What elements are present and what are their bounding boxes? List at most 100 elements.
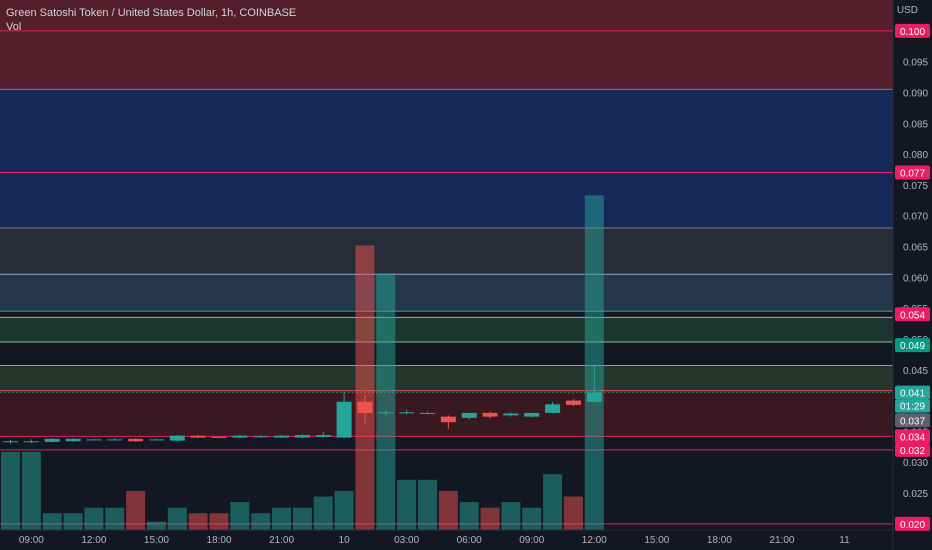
volume-bar	[501, 502, 521, 530]
candle-body	[524, 412, 540, 417]
candle-body	[336, 401, 352, 438]
volume-bar	[251, 513, 271, 530]
volume-bar	[418, 479, 437, 530]
candle-body	[253, 436, 269, 438]
volume-bar	[459, 502, 479, 530]
candle-body	[503, 413, 519, 416]
x-tick-label: 11	[839, 535, 850, 546]
volume-bar	[543, 474, 563, 530]
y-tick-label: 0.075	[903, 181, 928, 192]
volume-bar	[63, 513, 83, 530]
candle-body	[315, 435, 331, 437]
price-tag-label: 0.020	[900, 520, 925, 531]
volume-bar	[563, 496, 583, 530]
y-tick-label: 0.065	[903, 243, 928, 254]
price-tag-label: 0.041	[900, 389, 925, 400]
x-tick-label: 09:00	[519, 535, 544, 546]
candle-body	[565, 400, 581, 405]
candle-body	[399, 412, 415, 414]
x-tick-label: 15:00	[644, 535, 669, 546]
volume-bar	[292, 507, 312, 530]
zone-1	[0, 89, 893, 173]
currency-label[interactable]: USD	[897, 5, 918, 16]
candle-body	[128, 438, 144, 442]
y-tick-label: 0.030	[903, 458, 928, 469]
y-tick-label: 0.090	[903, 88, 928, 99]
price-tag-label: 0.049	[900, 341, 925, 352]
volume-bar	[334, 490, 354, 530]
volume-bar	[230, 502, 250, 530]
volume-bar	[84, 507, 104, 530]
price-tag-label: 0.077	[900, 169, 925, 180]
volume-bar	[188, 513, 208, 530]
zone-6	[0, 365, 893, 391]
candle-body	[461, 412, 477, 418]
volume-bar	[167, 507, 187, 530]
x-tick-label: 06:00	[457, 535, 482, 546]
volume-bar	[480, 507, 500, 530]
volume-bar	[126, 490, 146, 530]
candle-body	[23, 441, 39, 443]
candle-body	[86, 439, 102, 441]
volume-bar	[313, 496, 333, 530]
x-tick-label: 12:00	[582, 535, 607, 546]
candle-body	[545, 404, 561, 413]
y-tick-label: 0.045	[903, 366, 928, 377]
x-tick-label: 10	[339, 535, 351, 546]
volume-legend[interactable]: Vol	[6, 20, 296, 34]
volume-bar	[397, 479, 417, 530]
candle-body	[482, 412, 498, 417]
x-tick-label: 18:00	[707, 535, 732, 546]
volume-bar	[584, 195, 604, 530]
volume-bar	[355, 245, 375, 530]
price-tag-label: 0.100	[900, 27, 925, 38]
x-tick-label: 18:00	[206, 535, 231, 546]
x-tick-label: 03:00	[394, 535, 419, 546]
price-tag-label: 0.054	[900, 310, 925, 321]
y-tick-label: 0.060	[903, 273, 928, 284]
candle-body	[190, 435, 206, 438]
y-tick-label: 0.025	[903, 489, 928, 500]
chart-legend: Green Satoshi Token / United States Doll…	[6, 6, 296, 34]
candle-body	[294, 435, 310, 438]
volume-bar	[146, 521, 166, 530]
candle-body	[211, 436, 227, 438]
candle-body	[44, 438, 60, 442]
candle-body	[232, 435, 248, 438]
candle-body	[420, 412, 435, 414]
volume-bar	[42, 513, 62, 530]
zone-5	[0, 317, 893, 343]
x-tick-label: 15:00	[144, 535, 169, 546]
volume-bar	[376, 273, 396, 530]
symbol-title[interactable]: Green Satoshi Token / United States Doll…	[6, 6, 296, 20]
candle-body	[148, 439, 164, 441]
candle-body	[586, 392, 602, 402]
y-tick-label: 0.085	[903, 119, 928, 130]
price-tag-label: 0.034	[900, 432, 925, 443]
zone-7	[0, 390, 893, 437]
candle-body	[440, 416, 456, 423]
countdown-label: 01:29	[900, 402, 925, 413]
x-tick-label: 21:00	[269, 535, 294, 546]
candle-body	[378, 412, 394, 414]
volume-bar	[438, 490, 458, 530]
volume-bar	[105, 507, 125, 530]
zone-4	[0, 274, 893, 312]
price-chart[interactable]: 0.0250.0300.0350.0400.0450.0500.0550.060…	[0, 0, 932, 550]
volume-bar	[209, 513, 229, 530]
candle-body	[357, 401, 373, 413]
volume-bar	[522, 507, 542, 530]
zone-3	[0, 228, 893, 275]
y-tick-label: 0.095	[903, 58, 928, 69]
price-tag-label: 0.032	[900, 446, 925, 457]
candle-body	[107, 439, 123, 441]
volume-bar	[21, 451, 41, 530]
volume-bar	[1, 451, 20, 530]
zone-2	[0, 172, 893, 229]
x-tick-label: 12:00	[81, 535, 106, 546]
candle-body	[65, 438, 81, 442]
y-tick-label: 0.080	[903, 150, 928, 161]
candle-body	[274, 435, 290, 438]
candle-body	[169, 435, 185, 441]
volume-bar	[272, 507, 292, 530]
